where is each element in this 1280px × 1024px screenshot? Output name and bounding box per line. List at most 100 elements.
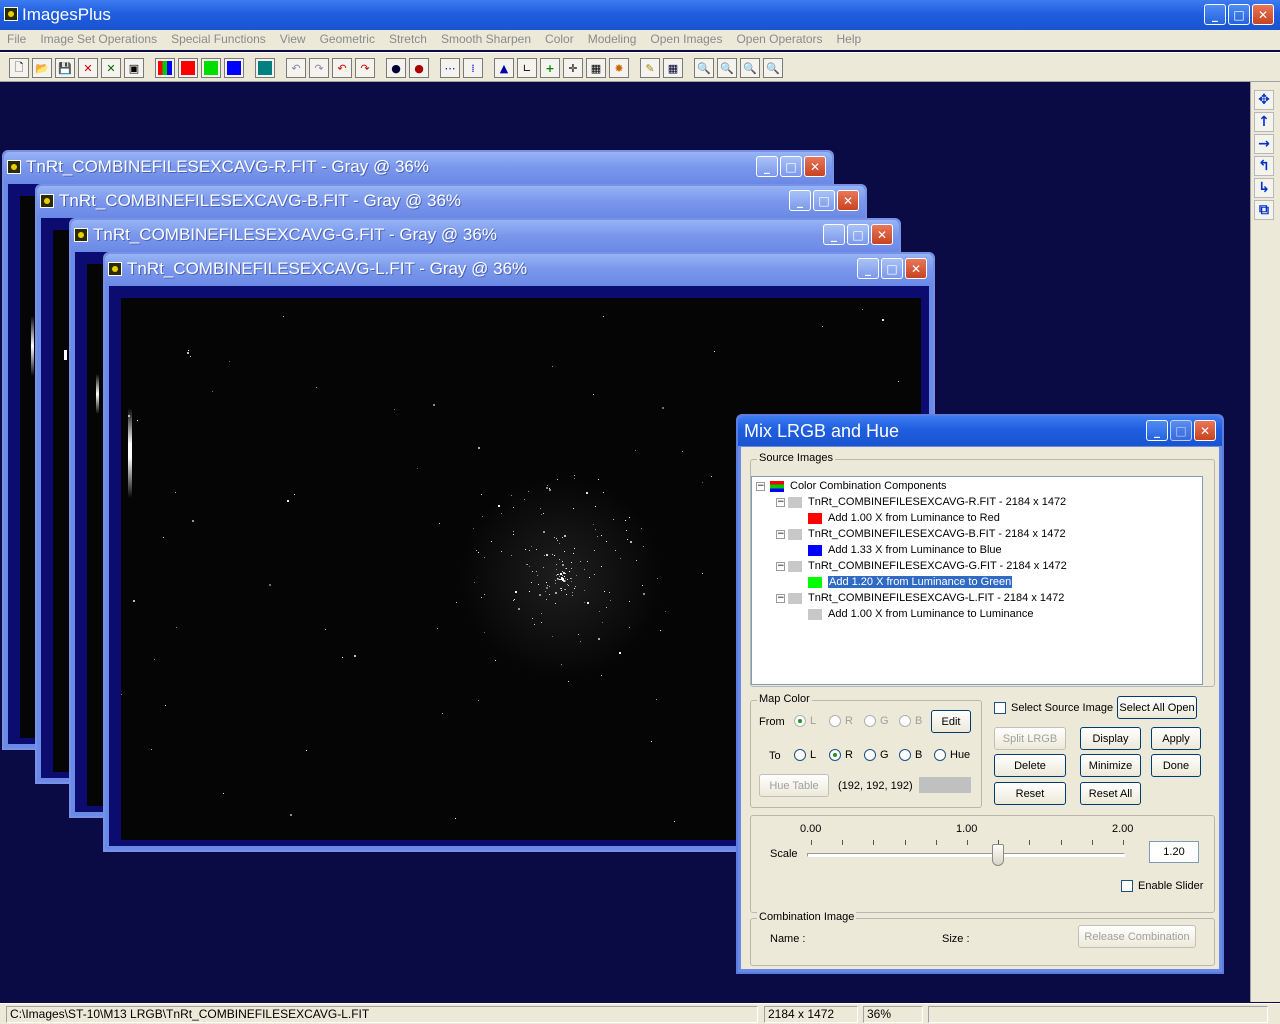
undo-icon[interactable]: ↶: [286, 58, 306, 78]
menu-help[interactable]: Help: [830, 30, 869, 50]
collapse-icon[interactable]: −: [776, 594, 785, 603]
close-button[interactable]: ✕: [804, 156, 826, 177]
plus-icon[interactable]: +: [540, 58, 560, 78]
arrow-right-icon[interactable]: →: [1254, 134, 1274, 154]
to-radio-g[interactable]: G: [864, 749, 889, 761]
undo-red-icon[interactable]: ↶: [332, 58, 352, 78]
minimize-button[interactable]: _: [1146, 420, 1168, 441]
menu-modeling[interactable]: Modeling: [581, 30, 644, 50]
close-button[interactable]: ✕: [871, 224, 893, 245]
tree-item-file[interactable]: TnRt_COMBINEFILESEXCAVG-L.FIT - 2184 x 1…: [788, 590, 1064, 606]
collapse-icon[interactable]: −: [776, 530, 785, 539]
apply-button[interactable]: Apply: [1151, 727, 1201, 750]
green-channel-icon[interactable]: [201, 58, 221, 78]
minimize-button[interactable]: _: [857, 258, 879, 279]
collapse-icon[interactable]: −: [756, 482, 765, 491]
done-button[interactable]: Done: [1151, 754, 1201, 777]
zoom-out-icon[interactable]: 🔍: [717, 58, 737, 78]
select-source-image-checkbox[interactable]: Select Source Image: [994, 702, 1113, 714]
maximize-button[interactable]: □: [813, 190, 835, 211]
redo-icon[interactable]: ↷: [309, 58, 329, 78]
stop-icon[interactable]: ●: [409, 58, 429, 78]
menu-open-images[interactable]: Open Images: [643, 30, 729, 50]
arrow-up-icon[interactable]: ↑: [1254, 112, 1274, 132]
rotate-right-icon[interactable]: ↳: [1254, 178, 1274, 198]
maximize-button[interactable]: □: [881, 258, 903, 279]
collapse-icon[interactable]: −: [776, 498, 785, 507]
redo-red-icon[interactable]: ↷: [355, 58, 375, 78]
menu-smooth-sharpen[interactable]: Smooth Sharpen: [434, 30, 538, 50]
dialog-titlebar[interactable]: Mix LRGB and Hue _ □ ✕: [738, 416, 1222, 446]
menu-special-functions[interactable]: Special Functions: [164, 30, 273, 50]
menu-view[interactable]: View: [273, 30, 313, 50]
collapse-icon[interactable]: −: [776, 562, 785, 571]
zoom-actual-icon[interactable]: 🔍: [763, 58, 783, 78]
close-all-icon[interactable]: ✕: [101, 58, 121, 78]
maximize-button[interactable]: □: [847, 224, 869, 245]
tree-item-file[interactable]: TnRt_COMBINEFILESEXCAVG-G.FIT - 2184 x 1…: [788, 558, 1067, 574]
components-tree[interactable]: − Color Combination Components − TnRt_CO…: [751, 476, 1203, 685]
rgb-icon[interactable]: [155, 58, 175, 78]
tree-item-action[interactable]: Add 1.00 X from Luminance to Red: [808, 510, 1000, 526]
scale-value-field[interactable]: 1.20: [1149, 841, 1199, 863]
pixel-icon[interactable]: ⁞: [463, 58, 483, 78]
close-button[interactable]: ✕: [1194, 420, 1216, 441]
menu-geometric[interactable]: Geometric: [313, 30, 382, 50]
histogram-icon[interactable]: ▲: [494, 58, 514, 78]
new-file-icon[interactable]: 🗋: [9, 58, 29, 78]
slider-track[interactable]: [807, 853, 1125, 857]
tree-item-action[interactable]: Add 1.00 X from Luminance to Luminance: [808, 606, 1033, 622]
image-window-titlebar[interactable]: TnRt_COMBINEFILESEXCAVG-L.FIT - Gray @ 3…: [105, 254, 933, 284]
table-icon[interactable]: ▦: [663, 58, 683, 78]
dots-icon[interactable]: ⋯: [440, 58, 460, 78]
grid-icon[interactable]: [255, 58, 275, 78]
tree-root[interactable]: Color Combination Components: [770, 478, 947, 494]
select-all-open-button[interactable]: Select All Open: [1117, 696, 1197, 719]
crosshair-icon[interactable]: ✛: [563, 58, 583, 78]
to-radio-r[interactable]: R: [829, 749, 853, 761]
close-button[interactable]: ✕: [837, 190, 859, 211]
zoom-in-icon[interactable]: 🔍: [694, 58, 714, 78]
minimize-button[interactable]: _: [823, 224, 845, 245]
to-radio-b[interactable]: B: [899, 749, 922, 761]
display-button[interactable]: Display: [1080, 727, 1141, 750]
reset-button[interactable]: Reset: [994, 782, 1066, 805]
save-icon[interactable]: 💾: [55, 58, 75, 78]
minimize-button[interactable]: _: [756, 156, 778, 177]
edit-button[interactable]: Edit: [931, 710, 971, 733]
image-window-titlebar[interactable]: TnRt_COMBINEFILESEXCAVG-G.FIT - Gray @ 3…: [71, 220, 899, 250]
calculator-icon[interactable]: ▦: [586, 58, 606, 78]
close-button[interactable]: ✕: [905, 258, 927, 279]
menu-file[interactable]: File: [0, 30, 33, 50]
menu-stretch[interactable]: Stretch: [382, 30, 434, 50]
enable-slider-checkbox[interactable]: Enable Slider: [1121, 880, 1203, 892]
close-x-icon[interactable]: ✕: [78, 58, 98, 78]
copy-window-icon[interactable]: ▣: [124, 58, 144, 78]
copy-icon[interactable]: ⧉: [1254, 200, 1274, 220]
close-button[interactable]: ✕: [1252, 4, 1274, 25]
open-folder-icon[interactable]: 📂: [32, 58, 52, 78]
to-radio-hue[interactable]: Hue: [934, 749, 970, 761]
menu-image-set-operations[interactable]: Image Set Operations: [33, 30, 164, 50]
image-window-titlebar[interactable]: TnRt_COMBINEFILESEXCAVG-R.FIT - Gray @ 3…: [4, 152, 832, 182]
palette-icon[interactable]: ✸: [609, 58, 629, 78]
tree-item-action-selected[interactable]: Add 1.20 X from Luminance to Green: [808, 574, 1013, 590]
minimize-button[interactable]: _: [1204, 4, 1226, 25]
image-window-titlebar[interactable]: TnRt_COMBINEFILESEXCAVG-B.FIT - Gray @ 3…: [37, 186, 865, 216]
menu-open-operators[interactable]: Open Operators: [729, 30, 829, 50]
tree-item-file[interactable]: TnRt_COMBINEFILESEXCAVG-R.FIT - 2184 x 1…: [788, 494, 1066, 510]
maximize-button[interactable]: □: [1228, 4, 1250, 25]
blue-channel-icon[interactable]: [224, 58, 244, 78]
move-icon[interactable]: ✥: [1254, 90, 1274, 110]
pencil-icon[interactable]: ✎: [640, 58, 660, 78]
reset-all-button[interactable]: Reset All: [1080, 782, 1141, 805]
red-channel-icon[interactable]: [178, 58, 198, 78]
minimize-button-dlg[interactable]: Minimize: [1080, 754, 1141, 777]
zoom-fit-icon[interactable]: 🔍: [740, 58, 760, 78]
tree-item-action[interactable]: Add 1.33 X from Luminance to Blue: [808, 542, 1002, 558]
tree-item-file[interactable]: TnRt_COMBINEFILESEXCAVG-B.FIT - 2184 x 1…: [788, 526, 1066, 542]
record-icon[interactable]: ●: [386, 58, 406, 78]
minimize-button[interactable]: _: [789, 190, 811, 211]
rotate-left-icon[interactable]: ↰: [1254, 156, 1274, 176]
menu-color[interactable]: Color: [538, 30, 581, 50]
